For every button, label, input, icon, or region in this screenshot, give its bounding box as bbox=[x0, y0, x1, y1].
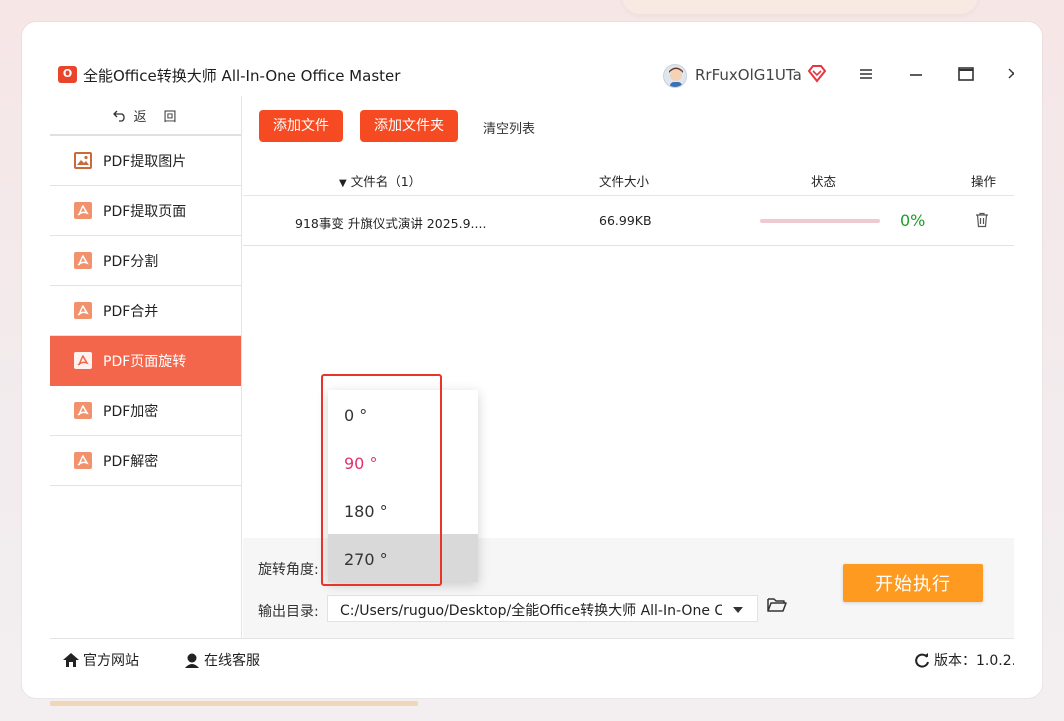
sort-down-icon: ▼ bbox=[339, 178, 347, 189]
pdf-icon bbox=[74, 202, 92, 219]
username[interactable]: RrFuxOlG1UTa bbox=[695, 66, 802, 84]
support-link[interactable]: 在线客服 bbox=[183, 650, 260, 670]
rotation-dropdown[interactable]: 0 ° 90 ° 180 ° 270 ° bbox=[328, 390, 478, 582]
add-file-button[interactable]: 添加文件 bbox=[259, 110, 343, 142]
sidebar-item-pdf-extract-pages[interactable]: PDF提取页面 bbox=[50, 186, 241, 236]
sidebar-item-pdf-extract-images[interactable]: PDF提取图片 bbox=[50, 136, 241, 186]
progress-bar bbox=[760, 219, 880, 223]
home-icon bbox=[63, 653, 79, 667]
trash-icon[interactable] bbox=[975, 212, 989, 231]
sidebar-item-label: PDF提取页面 bbox=[103, 203, 187, 220]
rotation-option-270[interactable]: 270 ° bbox=[328, 534, 478, 582]
rotation-angle-label: 旋转角度: bbox=[258, 562, 319, 578]
pdf-icon bbox=[74, 302, 92, 319]
clear-list-button[interactable]: 清空列表 bbox=[483, 118, 535, 137]
rotation-option-0[interactable]: 0 ° bbox=[328, 390, 478, 438]
rotation-option-180[interactable]: 180 ° bbox=[328, 486, 478, 534]
sidebar: 返 回 PDF提取图片 PDF提取页面 PDF分割 PDF合并 PDF页面旋转 … bbox=[50, 96, 242, 638]
pdf-icon bbox=[74, 252, 92, 269]
progress-percent: 0% bbox=[900, 211, 926, 230]
refresh-icon bbox=[915, 653, 929, 668]
app-window: O 全能Office转换大师 All-In-One Office Master … bbox=[50, 50, 1014, 678]
column-header-action: 操作 bbox=[971, 174, 997, 189]
app-logo-icon: O bbox=[58, 66, 77, 83]
back-label-1: 返 bbox=[133, 109, 148, 125]
website-link[interactable]: 官方网站 bbox=[62, 650, 139, 670]
vip-diamond-icon[interactable] bbox=[807, 65, 827, 87]
sidebar-item-label: PDF分割 bbox=[103, 253, 159, 270]
customer-service-icon bbox=[185, 653, 199, 668]
user-avatar[interactable] bbox=[663, 64, 687, 88]
back-arrow-icon bbox=[113, 110, 126, 122]
sidebar-item-pdf-split[interactable]: PDF分割 bbox=[50, 236, 241, 286]
sidebar-item-label: PDF提取图片 bbox=[103, 153, 187, 170]
sidebar-item-pdf-rotate[interactable]: PDF页面旋转 bbox=[50, 336, 241, 386]
pdf-icon bbox=[74, 452, 92, 469]
footer: 官方网站 在线客服 版本：1.0.2.0 bbox=[50, 638, 1014, 678]
pdf-icon bbox=[74, 402, 92, 419]
pdf-icon bbox=[74, 352, 92, 369]
sidebar-item-pdf-merge[interactable]: PDF合并 bbox=[50, 286, 241, 336]
sidebar-item-label: PDF加密 bbox=[103, 403, 159, 420]
output-dir-label: 输出目录: bbox=[258, 604, 319, 620]
close-icon[interactable] bbox=[1005, 64, 1014, 84]
add-folder-button[interactable]: 添加文件夹 bbox=[360, 110, 458, 142]
sidebar-item-pdf-decrypt[interactable]: PDF解密 bbox=[50, 436, 241, 486]
file-name: 918事变 升旗仪式演讲 2025.9.... bbox=[295, 216, 487, 231]
column-header-name[interactable]: ▼ 文件名（1） bbox=[339, 171, 421, 190]
sidebar-item-pdf-encrypt[interactable]: PDF加密 bbox=[50, 386, 241, 436]
column-header-status: 状态 bbox=[811, 174, 837, 189]
back-label-2: 回 bbox=[163, 109, 178, 125]
minimize-icon[interactable] bbox=[905, 64, 927, 84]
start-button[interactable]: 开始执行 bbox=[843, 564, 983, 602]
background-blob bbox=[622, 0, 978, 14]
output-dir-select[interactable]: C:/Users/ruguo/Desktop/全能Office转换大师 All-… bbox=[327, 595, 758, 622]
title-bar: O 全能Office转换大师 All-In-One Office Master … bbox=[50, 50, 1014, 96]
sidebar-item-label: PDF解密 bbox=[103, 453, 159, 470]
maximize-icon[interactable] bbox=[955, 64, 977, 84]
back-button[interactable]: 返 回 bbox=[50, 96, 241, 136]
output-dir-value: C:/Users/ruguo/Desktop/全能Office转换大师 All-… bbox=[340, 603, 722, 619]
chevron-down-icon bbox=[733, 607, 743, 613]
table-header: ▼ 文件名（1） 文件大小 状态 操作 bbox=[243, 162, 1014, 196]
folder-open-icon[interactable] bbox=[767, 597, 787, 617]
image-icon bbox=[74, 152, 92, 169]
background-strip bbox=[50, 701, 418, 706]
table-row[interactable]: 918事变 升旗仪式演讲 2025.9.... 66.99KB 0% bbox=[243, 196, 1014, 246]
sidebar-item-label: PDF合并 bbox=[103, 303, 159, 320]
column-header-size: 文件大小 bbox=[599, 174, 650, 189]
rotation-option-90[interactable]: 90 ° bbox=[328, 438, 478, 486]
app-title: 全能Office转换大师 All-In-One Office Master bbox=[83, 67, 401, 85]
file-size: 66.99KB bbox=[599, 213, 652, 228]
version-info[interactable]: 版本：1.0.2.0 bbox=[913, 650, 1014, 670]
menu-icon[interactable] bbox=[855, 64, 877, 84]
sidebar-item-label: PDF页面旋转 bbox=[103, 353, 187, 370]
